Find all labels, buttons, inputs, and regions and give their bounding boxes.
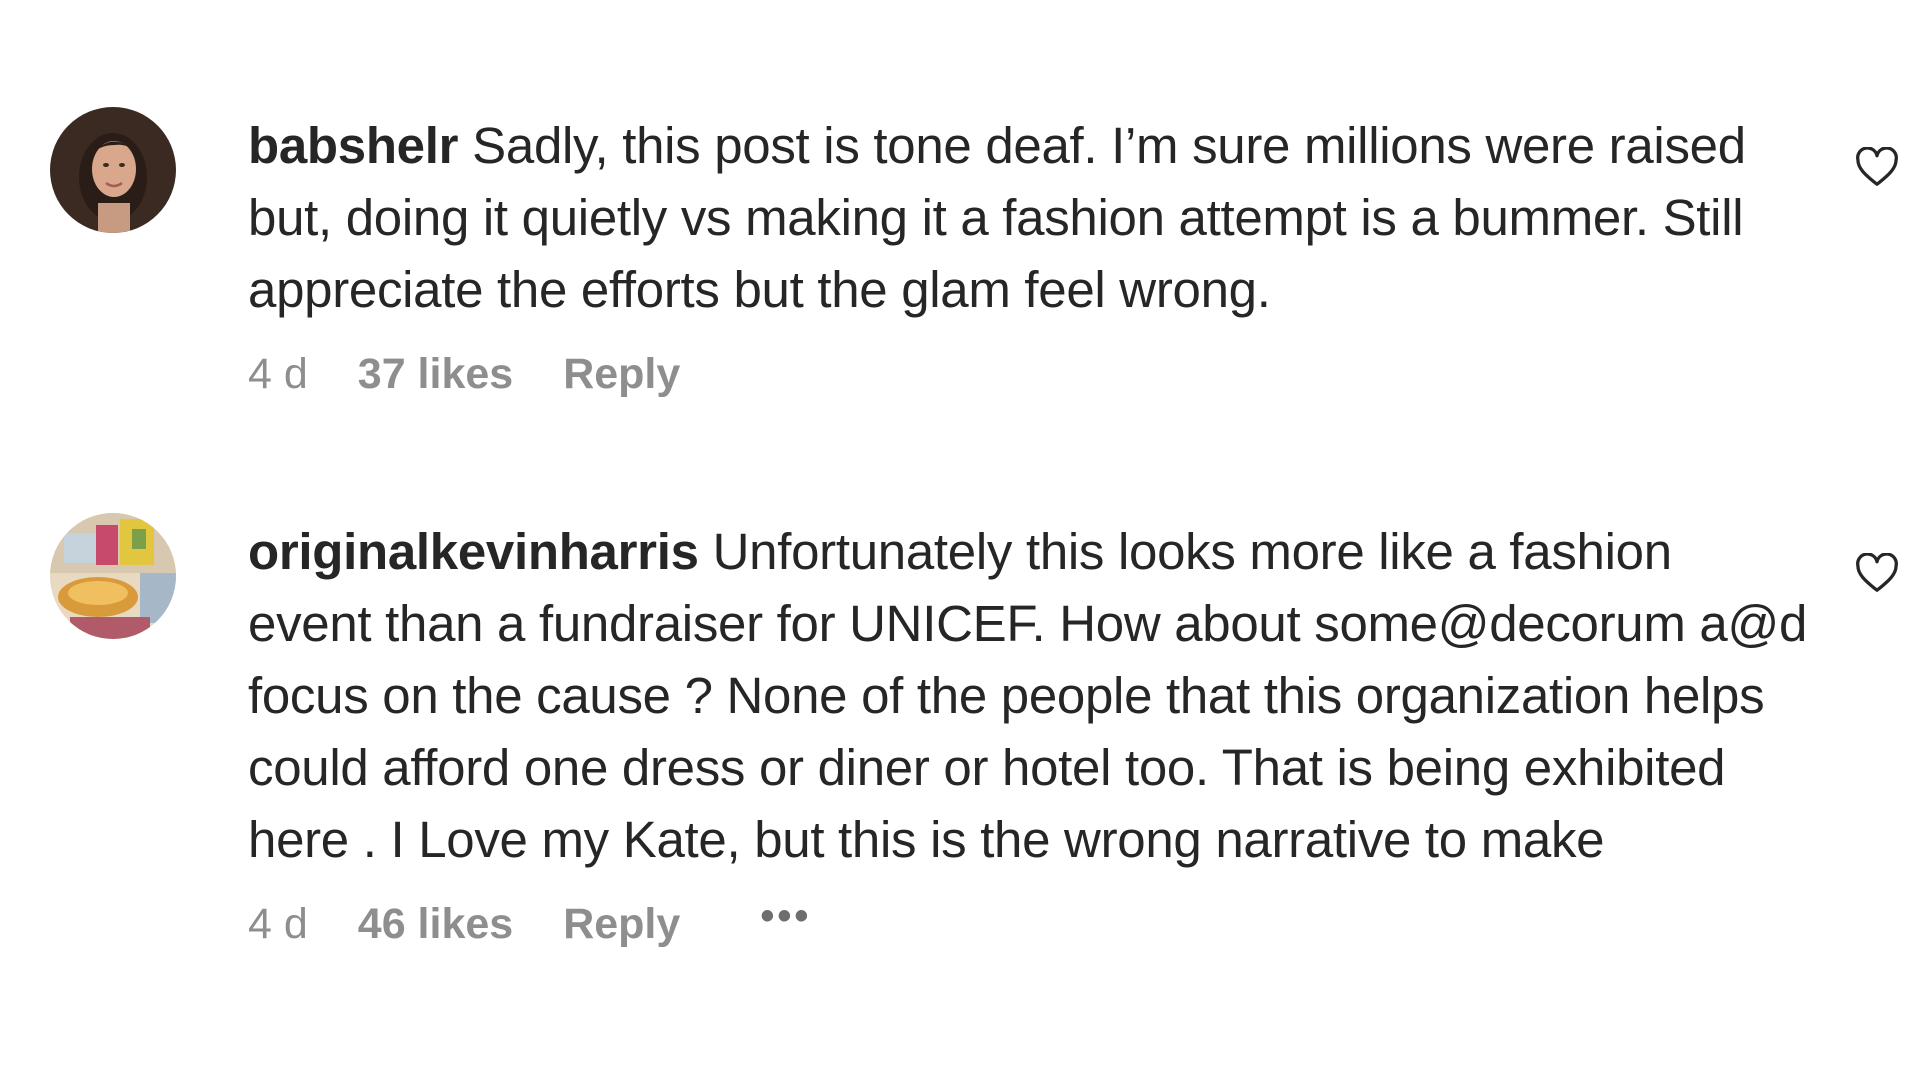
comment-timestamp: 4 d [248, 349, 308, 398]
comment-meta: 4 d 37 likes Reply [248, 344, 1808, 404]
comment-timestamp: 4 d [248, 899, 308, 948]
comment-likes-count[interactable]: 46 likes [358, 900, 513, 949]
comment-text-block: babshelr Sadly, this post is tone deaf. I… [248, 110, 1808, 326]
avatar[interactable] [50, 107, 176, 233]
comment-list: babshelr Sadly, this post is tone deaf. I… [0, 0, 1920, 1080]
comment-username[interactable]: originalkevinharris [248, 523, 699, 580]
comment-username[interactable]: babshelr [248, 117, 458, 174]
reply-button[interactable]: Reply [563, 900, 680, 949]
avatar-photo [50, 107, 176, 233]
reply-button[interactable]: Reply [563, 350, 680, 399]
heart-outline-icon[interactable] [1855, 553, 1899, 593]
comment-text-block: originalkevinharris Unfortunately this lo… [248, 516, 1808, 876]
comment-body: babshelr Sadly, this post is tone deaf. I… [248, 107, 1808, 404]
heart-outline-icon[interactable] [1855, 147, 1899, 187]
comment-likes-count[interactable]: 37 likes [358, 350, 513, 399]
ellipsis-icon[interactable]: ••• [760, 896, 811, 936]
comment-meta: 4 d 46 likes Reply ••• [248, 894, 1808, 954]
avatar[interactable] [50, 513, 176, 639]
avatar-photo [50, 513, 176, 639]
comment-text: Sadly, this post is tone deaf. I’m sure … [248, 117, 1746, 318]
comment-body: originalkevinharris Unfortunately this lo… [248, 513, 1808, 954]
